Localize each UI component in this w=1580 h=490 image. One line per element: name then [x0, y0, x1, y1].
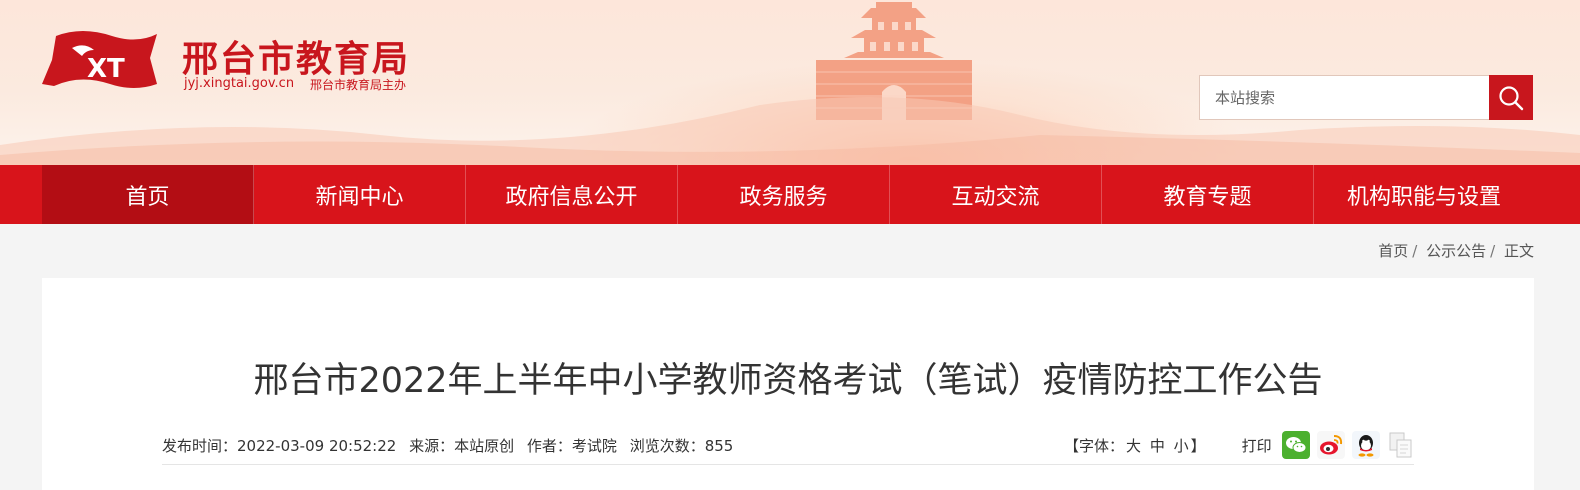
qq-icon[interactable] [1351, 431, 1380, 459]
article-tools: 【字体：大 中 小】 打印 [1064, 431, 1422, 459]
article-source: 来源：本站原创 [409, 437, 515, 455]
logo-mark-text: XT [87, 54, 125, 84]
view-count: 浏览次数：855 [629, 437, 734, 455]
breadcrumb-separator: / [1490, 242, 1496, 260]
site-host: 邢台市教育局主办 [310, 78, 407, 92]
main-nav: 首页 新闻中心 政府信息公开 政务服务 互动交流 教育专题 机构职能与设置 [0, 165, 1580, 224]
nav-item-home[interactable]: 首页 [42, 165, 254, 224]
nav-item-topics[interactable]: 教育专题 [1102, 165, 1314, 224]
article-meta: 发布时间：2022-03-09 20:52:22 来源：本站原创 作者：考试院 … [162, 435, 741, 456]
site-domain: jyj.xingtai.gov.cn [184, 76, 295, 91]
site-logo[interactable]: XT 邢台市教育局 jyj.xingtai.gov.cn 邢台市教育局主办 [42, 26, 422, 96]
nav-item-news[interactable]: 新闻中心 [254, 165, 466, 224]
font-size-switcher: 【字体：大 中 小】 [1064, 435, 1206, 456]
font-small-button[interactable]: 小 [1174, 437, 1189, 455]
nav-item-gov-info[interactable]: 政府信息公开 [466, 165, 678, 224]
nav-item-organization[interactable]: 机构职能与设置 [1314, 165, 1534, 224]
font-size-close: 】 [1190, 436, 1206, 455]
search-button[interactable] [1489, 75, 1533, 120]
search-icon [1499, 85, 1524, 110]
nav-item-services[interactable]: 政务服务 [678, 165, 890, 224]
article-author: 作者：考试院 [526, 437, 617, 455]
site-title: 邢台市教育局 [182, 38, 411, 80]
search-box [1199, 75, 1533, 120]
wechat-icon[interactable] [1281, 431, 1310, 459]
flag-logo-icon: XT [42, 31, 157, 88]
breadcrumb-current: 正文 [1503, 242, 1534, 260]
font-large-button[interactable]: 大 [1126, 437, 1141, 455]
nav-item-interaction[interactable]: 互动交流 [890, 165, 1102, 224]
meta-divider [162, 464, 1414, 465]
breadcrumb-section[interactable]: 公示公告 [1426, 242, 1486, 260]
article-title: 邢台市2022年上半年中小学教师资格考试（笔试）疫情防控工作公告 [253, 361, 1323, 401]
article-card: 邢台市2022年上半年中小学教师资格考试（笔试）疫情防控工作公告 发布时间：20… [42, 278, 1534, 490]
weibo-icon[interactable] [1316, 431, 1345, 459]
font-size-label: 【字体： [1064, 436, 1125, 455]
breadcrumb-home[interactable]: 首页 [1378, 242, 1408, 260]
header-banner: XT 邢台市教育局 jyj.xingtai.gov.cn 邢台市教育局主办 [0, 0, 1580, 165]
print-button[interactable]: 打印 [1242, 435, 1272, 456]
search-input[interactable] [1199, 75, 1489, 120]
copy-icon[interactable] [1387, 431, 1415, 459]
breadcrumb: 首页 / 公示公告 / 正文 [1378, 240, 1534, 261]
publish-time: 发布时间：2022-03-09 20:52:22 [162, 437, 397, 455]
breadcrumb-separator: / [1412, 242, 1418, 260]
font-medium-button[interactable]: 中 [1150, 437, 1165, 455]
